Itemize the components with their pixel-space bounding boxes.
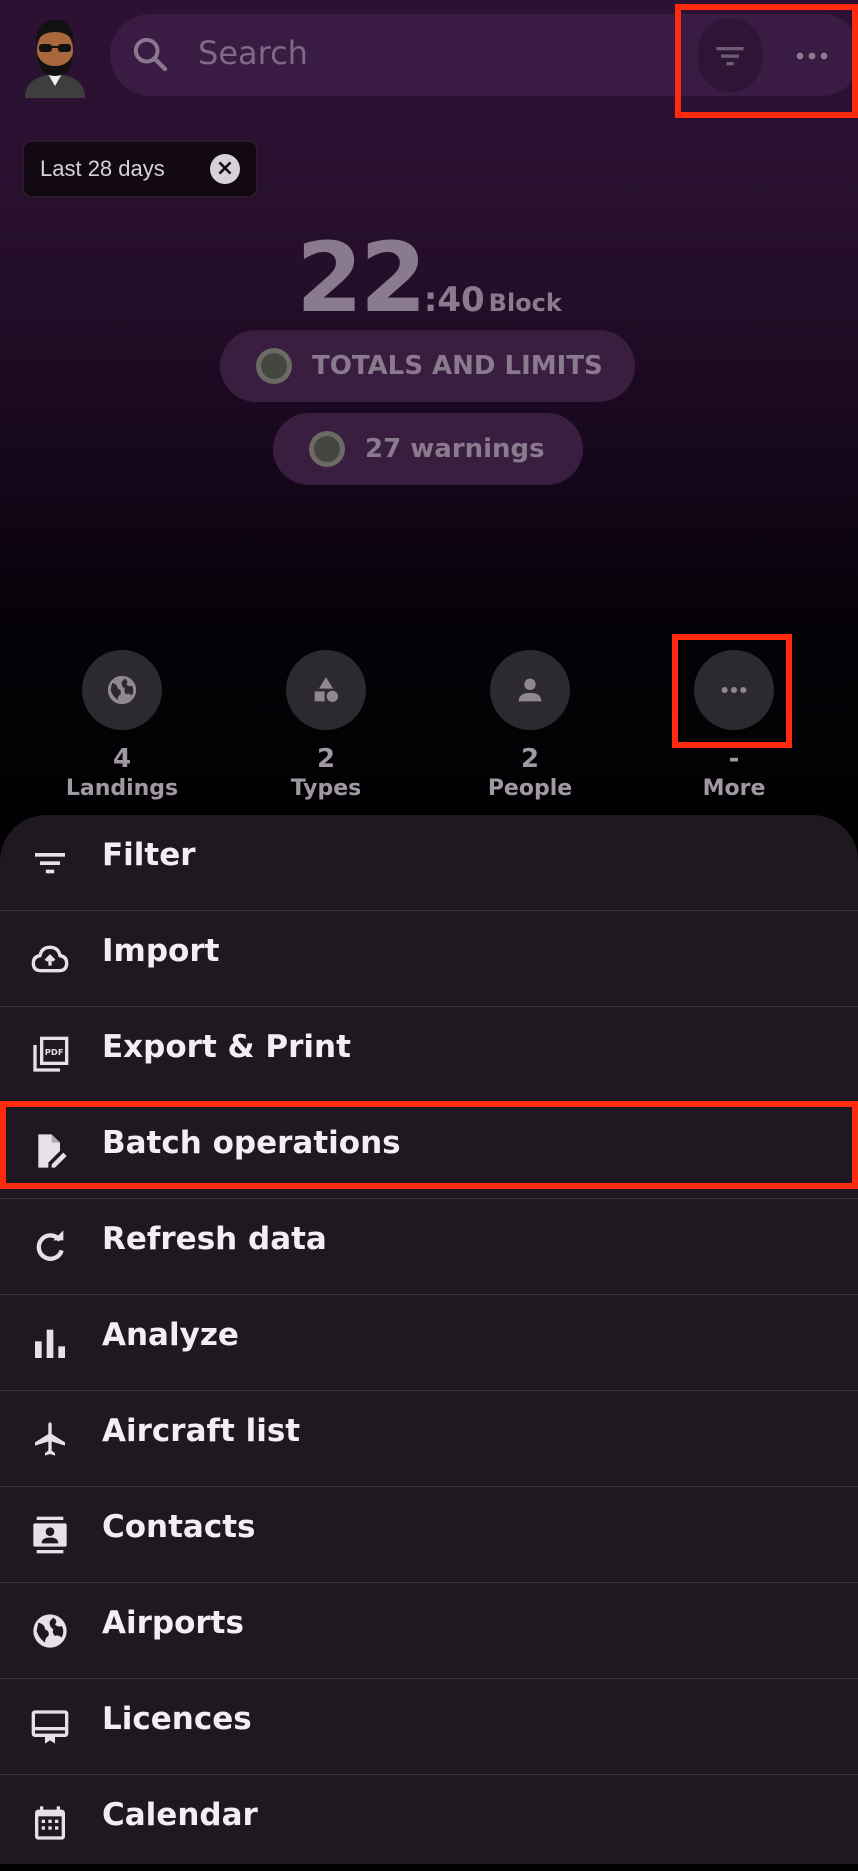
totals-label: TOTALS AND LIMITS [312, 351, 603, 381]
menu-item-label: Export & Print [102, 1029, 351, 1065]
menu-item-label: Airports [102, 1605, 244, 1641]
date-filter-chip[interactable]: Last 28 days × [22, 140, 258, 198]
svg-text:PDF: PDF [45, 1047, 64, 1057]
menu-item-label: Refresh data [102, 1221, 327, 1257]
shapes-icon [314, 677, 339, 703]
stat-types[interactable]: 2 Types [246, 650, 406, 801]
block-label: Block [488, 289, 562, 317]
refresh-icon [36, 1230, 64, 1261]
warnings-button[interactable]: 27 warnings [273, 413, 583, 485]
menu-item-filter[interactable]: Filter [0, 815, 858, 911]
search-icon [133, 37, 168, 72]
menu-item-label: Aircraft list [102, 1413, 301, 1449]
clear-filter-icon[interactable]: × [210, 154, 240, 184]
person-icon [518, 678, 542, 702]
menu-item-label: Contacts [102, 1509, 256, 1545]
stat-label: Landings [65, 776, 179, 801]
menu-item-aircraft-list[interactable]: Aircraft list [0, 1391, 858, 1487]
globe-icon [107, 675, 137, 705]
licence-icon [31, 1710, 69, 1744]
block-hours: 22 [296, 222, 427, 334]
block-minutes: :40 [423, 280, 485, 320]
menu-item-label: Import [102, 933, 220, 969]
menu-item-airports[interactable]: Airports [0, 1583, 858, 1679]
block-time-summary: 22:40 Block [0, 222, 858, 334]
menu-item-analyze[interactable]: Analyze [0, 1295, 858, 1391]
totals-and-limits-button[interactable]: TOTALS AND LIMITS [220, 330, 635, 402]
filter-icon [35, 853, 65, 874]
menu-item-licences[interactable]: Licences [0, 1679, 858, 1775]
stat-value: 2 [520, 744, 540, 774]
highlight-batch-operations [0, 1101, 858, 1189]
stat-value: 2 [316, 744, 336, 774]
more-menu-sheet: Filter Import PDF Export & Print Batch o… [0, 815, 858, 1864]
avatar[interactable] [20, 14, 90, 98]
highlight-top-actions [675, 4, 858, 118]
date-filter-label: Last 28 days [40, 156, 165, 181]
menu-item-calendar[interactable]: Calendar [0, 1775, 858, 1871]
highlight-more-button [672, 634, 792, 748]
stat-value: - [728, 744, 740, 774]
stat-label: People [487, 776, 573, 801]
stat-people[interactable]: 2 People [450, 650, 610, 801]
menu-item-label: Analyze [102, 1317, 239, 1353]
globe-icon [33, 1614, 67, 1648]
menu-item-label: Licences [102, 1701, 252, 1737]
menu-item-export-print[interactable]: PDF Export & Print [0, 1007, 858, 1103]
stat-label: More [702, 776, 766, 801]
status-dot-icon [309, 431, 345, 467]
stat-value: 4 [112, 744, 132, 774]
menu-item-contacts[interactable]: Contacts [0, 1487, 858, 1583]
pdf-icon: PDF [33, 1036, 69, 1072]
status-dot-icon [256, 348, 292, 384]
warnings-label: 27 warnings [365, 434, 545, 464]
cloud-upload-icon [31, 945, 69, 973]
contacts-icon [33, 1516, 67, 1554]
stat-landings[interactable]: 4 Landings [42, 650, 202, 801]
bar-chart-icon [35, 1329, 65, 1358]
stat-label: Types [290, 776, 362, 801]
menu-item-label: Calendar [102, 1797, 258, 1833]
calendar-icon [35, 1806, 65, 1840]
menu-item-label: Filter [102, 837, 196, 873]
menu-item-import[interactable]: Import [0, 911, 858, 1007]
search-input[interactable]: Search [198, 34, 308, 72]
airplane-icon [35, 1422, 65, 1456]
menu-item-refresh-data[interactable]: Refresh data [0, 1199, 858, 1295]
